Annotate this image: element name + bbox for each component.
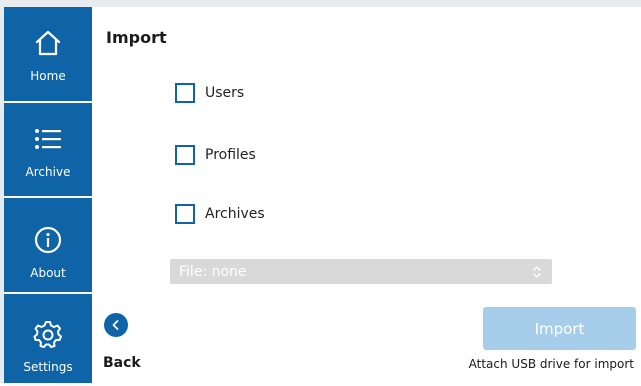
file-select[interactable]: File: none — [170, 259, 552, 284]
chevron-updown-icon — [532, 265, 542, 279]
profiles-label: Profiles — [205, 147, 256, 163]
back-label[interactable]: Back — [103, 355, 141, 371]
sidebar-item-settings[interactable]: Settings — [4, 294, 92, 386]
file-select-value: File: none — [179, 263, 247, 280]
home-icon — [33, 25, 63, 61]
sidebar: Home Archive About Settings — [4, 7, 92, 383]
list-icon — [33, 121, 63, 157]
sidebar-item-label: Settings — [23, 360, 73, 374]
chevron-left-icon — [110, 319, 122, 331]
info-icon — [33, 222, 63, 258]
sidebar-item-archive[interactable]: Archive — [4, 103, 92, 195]
archives-checkbox[interactable] — [175, 204, 195, 224]
sidebar-item-label: Archive — [25, 165, 71, 179]
gear-icon — [33, 316, 63, 352]
main-content: Import Users Profiles Archives File: non… — [92, 7, 641, 383]
archives-option[interactable]: Archives — [175, 204, 265, 224]
users-option[interactable]: Users — [175, 83, 244, 103]
sidebar-item-label: Home — [30, 69, 66, 83]
sidebar-item-home[interactable]: Home — [4, 7, 92, 99]
page-title: Import — [106, 28, 167, 47]
archives-label: Archives — [205, 206, 265, 222]
profiles-option[interactable]: Profiles — [175, 145, 256, 165]
back-button[interactable] — [104, 313, 128, 337]
profiles-checkbox[interactable] — [175, 145, 195, 165]
sidebar-item-label: About — [30, 266, 66, 280]
users-checkbox[interactable] — [175, 83, 195, 103]
sidebar-item-about[interactable]: About — [4, 198, 92, 290]
import-button[interactable]: Import — [483, 307, 636, 350]
usb-hint-text: Attach USB drive for import — [468, 357, 634, 371]
app-frame: Home Archive About Settings Import Users… — [0, 0, 641, 383]
users-label: Users — [205, 85, 245, 101]
